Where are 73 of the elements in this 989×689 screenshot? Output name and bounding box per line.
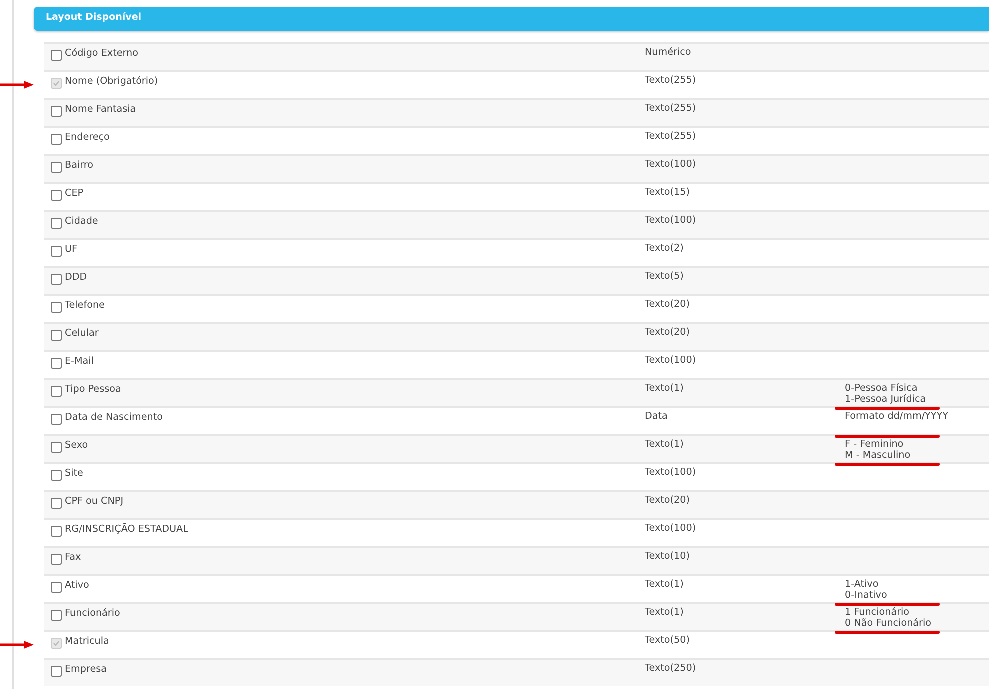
field-name: Ativo <box>65 580 90 591</box>
checkbox[interactable] <box>51 554 62 565</box>
field-name: DDD <box>65 272 88 283</box>
field-name: Funcionário <box>65 608 120 619</box>
checkbox[interactable] <box>51 330 62 341</box>
field-type: Texto(100) <box>645 523 696 534</box>
checkbox[interactable] <box>51 498 62 509</box>
field-name: Site <box>65 468 84 479</box>
field-type: Texto(20) <box>645 299 690 310</box>
panel-title: Layout Disponível <box>46 12 142 22</box>
field-name: E-Mail <box>65 356 94 367</box>
checkbox[interactable] <box>51 246 62 257</box>
checkbox[interactable] <box>51 134 62 145</box>
field-type: Texto(1) <box>645 439 684 450</box>
field-name: RG/INSCRIÇÃO ESTADUAL <box>65 524 188 535</box>
field-type: Texto(100) <box>645 215 696 226</box>
field-type: Texto(100) <box>645 355 696 366</box>
field-name: Celular <box>65 328 99 339</box>
checkbox[interactable] <box>51 218 62 229</box>
field-type: Numérico <box>645 47 692 58</box>
checkbox[interactable] <box>51 582 62 593</box>
field-type: Texto(100) <box>645 467 696 478</box>
checkbox[interactable] <box>51 666 62 677</box>
field-type: Texto(15) <box>645 187 690 198</box>
field-name: Nome (Obrigatório) <box>65 76 158 87</box>
field-name: UF <box>65 244 78 255</box>
checkbox[interactable] <box>51 526 62 537</box>
checkbox[interactable] <box>51 442 62 453</box>
checkbox[interactable] <box>51 302 62 313</box>
field-type: Texto(1) <box>645 579 684 590</box>
field-note: 1-Ativo 0-Inativo <box>845 579 888 601</box>
field-type: Texto(1) <box>645 607 684 618</box>
field-type: Texto(50) <box>645 635 690 646</box>
field-name: CEP <box>65 188 84 199</box>
checkbox[interactable] <box>51 358 62 369</box>
checkbox[interactable] <box>51 50 62 61</box>
field-type: Texto(20) <box>645 495 690 506</box>
checkbox[interactable] <box>51 386 62 397</box>
field-name: Tipo Pessoa <box>65 384 122 395</box>
checkbox[interactable] <box>51 106 62 117</box>
checkbox[interactable] <box>51 274 62 285</box>
field-type: Texto(1) <box>645 383 684 394</box>
field-type: Texto(255) <box>645 131 696 142</box>
field-type: Texto(100) <box>645 159 696 170</box>
field-name: Bairro <box>65 160 94 171</box>
checkbox[interactable] <box>51 190 62 201</box>
checkbox[interactable] <box>51 414 62 425</box>
checkbox[interactable] <box>51 162 62 173</box>
field-type: Texto(10) <box>645 551 690 562</box>
field-name: Fax <box>65 552 82 563</box>
field-type: Texto(250) <box>645 663 696 674</box>
field-type: Data <box>645 411 668 422</box>
field-note: 0-Pessoa Física 1-Pessoa Jurídica <box>845 383 926 405</box>
field-name: Sexo <box>65 440 88 451</box>
field-name: Matricula <box>65 636 110 647</box>
field-name: Cidade <box>65 216 98 227</box>
field-type: Texto(5) <box>645 271 684 282</box>
field-type: Texto(2) <box>645 243 684 254</box>
field-name: Nome Fantasia <box>65 104 136 115</box>
field-note: F - Feminino M - Masculino <box>845 439 911 461</box>
field-name: Telefone <box>65 300 105 311</box>
field-name: Código Externo <box>65 48 138 59</box>
field-name: Endereço <box>65 132 110 143</box>
field-name: Empresa <box>65 664 108 675</box>
field-name: Data de Nascimento <box>65 412 163 423</box>
field-type: Texto(255) <box>645 75 696 86</box>
field-note: 1 Funcionário 0 Não Funcionário <box>845 607 932 629</box>
checkbox[interactable] <box>51 610 62 621</box>
field-type: Texto(20) <box>645 327 690 338</box>
checkbox[interactable] <box>51 470 62 481</box>
field-type: Texto(255) <box>645 103 696 114</box>
field-note: Formato dd/mm/YYYY <box>845 411 949 422</box>
field-name: CPF ou CNPJ <box>65 496 124 507</box>
